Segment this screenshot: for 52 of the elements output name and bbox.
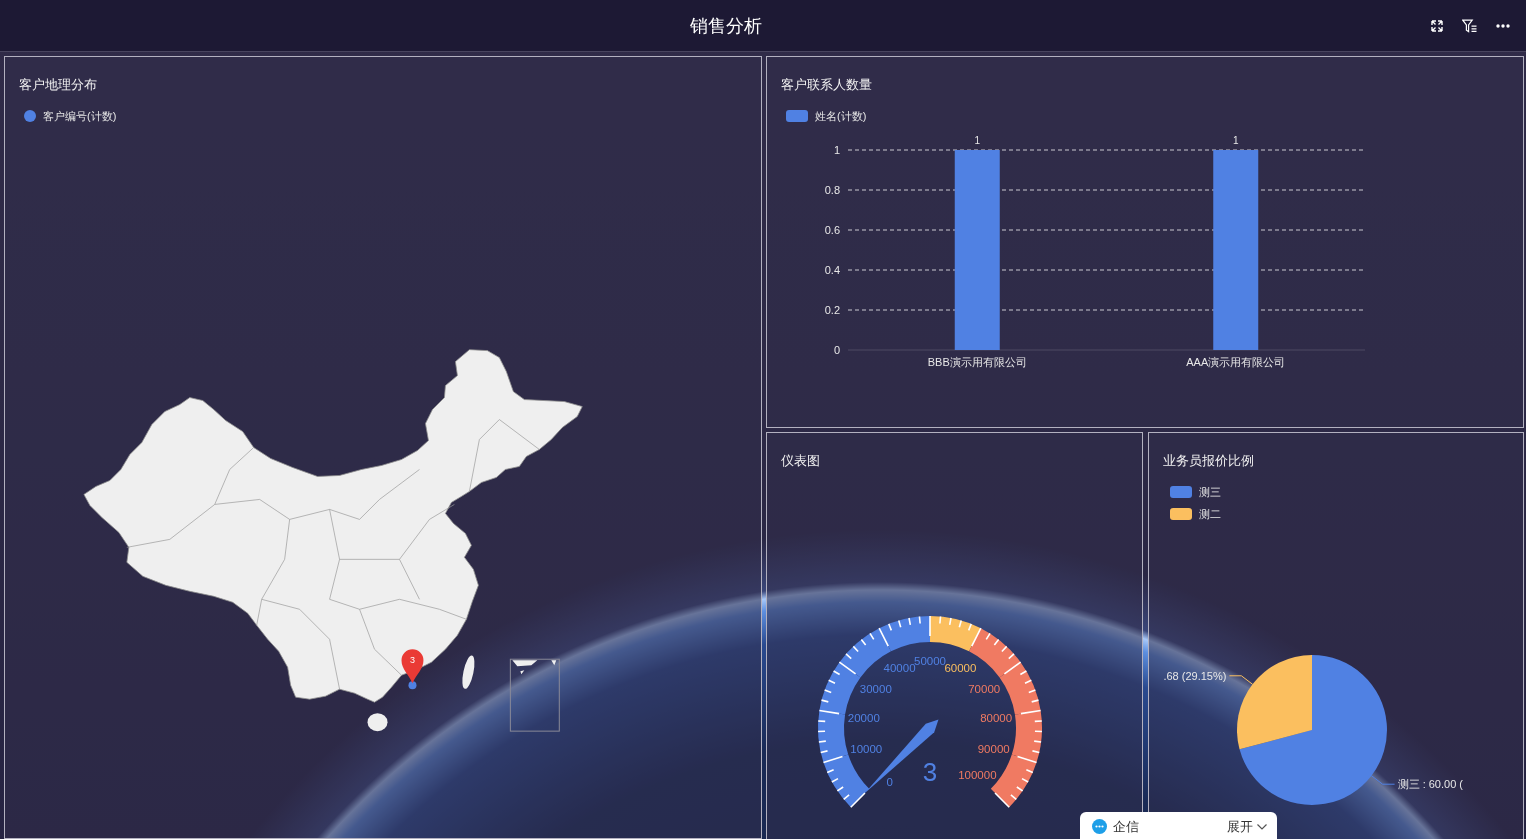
panel-title: 仪表图 [781,452,820,470]
axis-tick-label: 0 [833,344,840,356]
expand-button[interactable]: 展开 [1227,819,1267,835]
legend-label[interactable]: 客户编号(计数) [43,109,117,123]
axis-tick-label: 0.6 [824,224,840,236]
legend-swatch-icon[interactable] [1170,508,1192,520]
gauge-scale-label: 40000 [883,662,916,675]
gauge-scale-label: 60000 [944,662,977,675]
panel-title: 客户地理分布 [19,76,97,94]
slice-value-label: .68 (29.15%) [1163,669,1227,682]
legend-swatch-icon[interactable] [1170,486,1192,498]
chat-title: 企信 [1113,819,1139,835]
chat-icon[interactable] [1092,819,1107,834]
gauge-scale-label: 30000 [859,682,892,695]
chevron-down-icon [1257,824,1267,830]
leader-line [1371,775,1396,785]
category-label: AAA演示用有限公司 [1186,356,1286,368]
map-marker[interactable]: 3 [401,649,424,684]
slice-value-label: 测三 : 60.00 ( [1397,778,1463,791]
pie-slice[interactable] [1237,655,1312,750]
category-label: BBB演示用有限公司 [927,356,1027,368]
gauge-scale-label: 10000 [850,742,883,755]
gauge-scale-label: 80000 [980,711,1013,724]
axis-tick-label: 0.4 [824,264,840,276]
more-icon[interactable] [1496,23,1510,28]
data-label: 1 [974,135,981,146]
legend-label[interactable]: 姓名(计数) [815,109,867,123]
panel-title: 业务员报价比例 [1163,452,1254,470]
bar[interactable] [954,150,1000,350]
legend-dot-icon[interactable] [24,110,36,122]
gauge-scale-label: 90000 [977,742,1010,755]
pie-slice[interactable] [1239,655,1387,805]
legend-label[interactable]: 测二 [1199,507,1221,521]
gauge-scale-label: 100000 [958,769,997,782]
axis-tick-label: 1 [833,144,840,156]
axis-tick-label: 0.2 [824,304,840,316]
axis-tick-label: 0.8 [824,184,840,196]
legend-label[interactable]: 测三 [1199,485,1221,499]
location-dot-icon [408,681,417,690]
data-label: 1 [1232,135,1239,146]
bar[interactable] [1213,150,1259,350]
gauge-scale-label: 50000 [914,655,946,667]
gauge-scale-label: 70000 [968,682,1001,695]
panel-title: 客户联系人数量 [781,76,872,94]
gauge-scale-label: 20000 [847,711,880,724]
gauge-value: 3 [922,757,938,787]
gauge-scale-label: 0 [886,776,893,789]
page-title: 销售分析 [689,15,762,36]
fullscreen-icon[interactable] [1431,19,1443,32]
legend-swatch-icon[interactable] [786,110,808,122]
leader-line [1228,675,1253,685]
filter-icon[interactable] [1462,18,1477,33]
